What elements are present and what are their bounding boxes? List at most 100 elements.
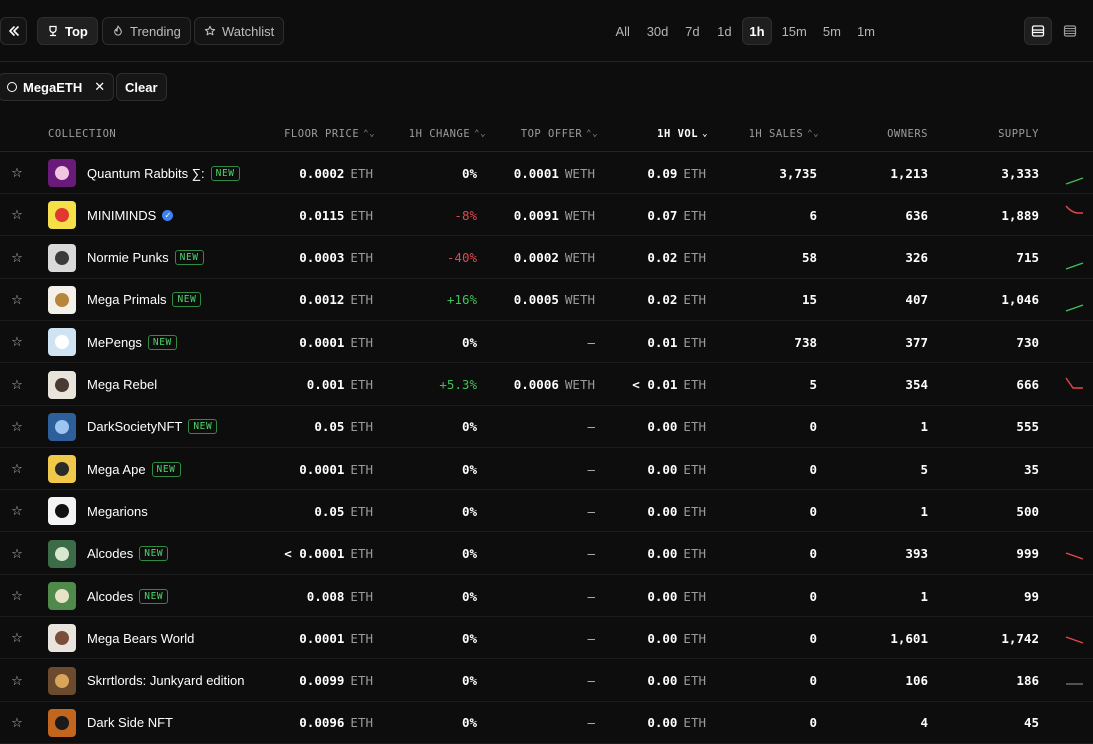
change-cell: +16%	[390, 279, 477, 321]
watchlist-star-icon[interactable]: ☆	[10, 660, 24, 702]
collection-thumbnail[interactable]	[48, 539, 76, 568]
collection-thumbnail[interactable]	[48, 201, 76, 230]
watchlist-star-icon[interactable]: ☆	[10, 575, 24, 617]
change-value: 0%	[461, 165, 477, 181]
filter-chip-megaeth[interactable]: MegaETH ✕	[0, 73, 115, 101]
close-icon[interactable]: ✕	[94, 79, 105, 95]
owners-cell: 1,601	[840, 617, 928, 659]
col-1h-vol[interactable]: 1H VOL ⌄	[620, 117, 708, 151]
time-tab-15m[interactable]: 15m	[776, 17, 813, 45]
top-offer-unit: WETH	[564, 165, 595, 181]
collection-thumbnail[interactable]	[48, 412, 76, 441]
sparkline	[1065, 552, 1084, 560]
collection-name-cell[interactable]: Mega Bears World	[87, 617, 194, 659]
collection-name-cell[interactable]: Alcodes NEW	[87, 575, 169, 617]
time-tab-5m[interactable]: 5m	[817, 17, 847, 45]
top-offer-value: 0.0091	[513, 207, 559, 223]
watchlist-star-icon[interactable]: ☆	[10, 406, 24, 448]
collection-thumbnail[interactable]	[48, 624, 76, 653]
collection-thumbnail[interactable]	[48, 708, 76, 737]
owners-cell: 1	[840, 490, 928, 532]
collection-name-cell[interactable]: Mega Rebel	[87, 364, 157, 406]
collection-name-cell[interactable]: Alcodes NEW	[87, 533, 169, 575]
new-badge: NEW	[174, 250, 204, 266]
table-row[interactable]: ☆ Normie Punks NEW 0.0003 ETH -40% 0.0002…	[0, 237, 1093, 279]
tab-trending[interactable]: Trending	[102, 17, 191, 45]
supply-cell: 1,889	[950, 194, 1039, 236]
time-tab-1h[interactable]: 1h	[742, 17, 772, 45]
table-row[interactable]: ☆ DarkSocietyNFT NEW 0.05 ETH 0% – 0.00 ET…	[0, 406, 1093, 448]
watchlist-star-icon[interactable]: ☆	[10, 321, 24, 363]
collection-thumbnail[interactable]	[48, 285, 76, 314]
top-offer-empty: –	[587, 419, 595, 435]
col-top-offer[interactable]: TOP OFFER ⌃⌄	[500, 117, 598, 151]
table-row[interactable]: ☆ Megarions 0.05 ETH 0% – 0.00 ETH 0 1 500	[0, 490, 1093, 533]
watchlist-star-icon[interactable]: ☆	[10, 152, 24, 194]
collection-thumbnail[interactable]	[48, 328, 76, 357]
supply-value: 45	[1023, 715, 1039, 731]
change-cell: 0%	[390, 321, 477, 363]
owners-value: 377	[905, 334, 928, 350]
collection-name-cell[interactable]: Skrrtlords: Junkyard edition	[87, 660, 245, 702]
sales-value: 0	[809, 673, 817, 689]
collection-thumbnail[interactable]	[48, 159, 76, 187]
collection-thumbnail[interactable]	[48, 370, 76, 399]
collection-name-cell[interactable]: MePengs NEW	[87, 321, 177, 363]
clear-filters-button[interactable]: Clear	[116, 73, 167, 101]
watchlist-star-icon[interactable]: ☆	[10, 194, 24, 236]
collection-thumbnail[interactable]	[48, 455, 76, 484]
table-row[interactable]: ☆ Mega Bears World 0.0001 ETH 0% – 0.00 ET…	[0, 617, 1093, 660]
collapse-sidebar-button[interactable]	[0, 17, 27, 45]
collection-name-cell[interactable]: DarkSocietyNFT NEW	[87, 406, 218, 448]
col-1h-change[interactable]: 1H CHANGE ⌃⌄	[390, 117, 486, 151]
floor-price-unit: ETH	[350, 250, 373, 266]
col-floor-price[interactable]: FLOOR PRICE ⌃⌄	[260, 117, 375, 151]
collection-avatar-icon	[55, 589, 69, 603]
table-row[interactable]: ☆ Quantum Rabbits ∑: NEW 0.0002 ETH 0% 0.…	[0, 152, 1093, 194]
collection-name-cell[interactable]: Mega Primals NEW	[87, 279, 202, 321]
watchlist-star-icon[interactable]: ☆	[10, 617, 24, 659]
table-row[interactable]: ☆ Alcodes NEW 0.008 ETH 0% – 0.00 ETH 0 1 …	[0, 575, 1093, 617]
collection-name-cell[interactable]: Quantum Rabbits ∑: NEW	[87, 152, 240, 194]
tab-watchlist[interactable]: Watchlist	[194, 17, 285, 45]
col-1h-sales[interactable]: 1H SALES ⌃⌄	[725, 117, 819, 151]
table-row[interactable]: ☆ Alcodes NEW < 0.0001 ETH 0% – 0.00 ETH 0…	[0, 533, 1093, 575]
collection-name-cell[interactable]: Mega Ape NEW	[87, 448, 181, 490]
collection-thumbnail[interactable]	[48, 243, 76, 272]
top-offer-empty: –	[587, 630, 595, 646]
time-tab-7d[interactable]: 7d	[678, 17, 706, 45]
collection-thumbnail[interactable]	[48, 497, 76, 526]
watchlist-star-icon[interactable]: ☆	[10, 533, 24, 575]
floor-price-unit: ETH	[350, 588, 373, 604]
top-offer-unit: WETH	[564, 292, 595, 308]
collection-name-cell[interactable]: Normie Punks NEW	[87, 237, 204, 279]
tab-top[interactable]: Top	[37, 17, 98, 45]
sparkline	[1063, 575, 1093, 617]
collection-thumbnail[interactable]	[48, 666, 76, 695]
time-tab-1d[interactable]: 1d	[710, 17, 738, 45]
time-tab-all[interactable]: All	[609, 17, 637, 45]
table-row[interactable]: ☆ Skrrtlords: Junkyard edition 0.0099 ETH…	[0, 660, 1093, 702]
collection-name-cell[interactable]: MINIMINDS ✓	[87, 194, 174, 236]
table-row[interactable]: ☆ Mega Primals NEW 0.0012 ETH +16% 0.0005…	[0, 279, 1093, 321]
list-view-button[interactable]	[1024, 17, 1052, 45]
time-tab-30d[interactable]: 30d	[641, 17, 675, 45]
table-row[interactable]: ☆ Mega Ape NEW 0.0001 ETH 0% – 0.00 ETH 0 …	[0, 448, 1093, 491]
sparkline	[1063, 448, 1093, 490]
collection-name-cell[interactable]: Megarions	[87, 490, 148, 532]
compact-view-button[interactable]	[1056, 17, 1084, 45]
time-tab-1m[interactable]: 1m	[851, 17, 881, 45]
col-collection[interactable]: COLLECTION	[48, 117, 116, 151]
table-row[interactable]: ☆ Mega Rebel 0.001 ETH +5.3% 0.0006 WETH <…	[0, 364, 1093, 406]
top-offer-cell: –	[490, 660, 595, 702]
watchlist-star-icon[interactable]: ☆	[10, 490, 24, 532]
collection-avatar-icon	[55, 631, 69, 646]
watchlist-star-icon[interactable]: ☆	[10, 448, 24, 490]
collection-avatar-icon	[55, 377, 69, 392]
table-row[interactable]: ☆ MINIMINDS ✓ 0.0115 ETH -8% 0.0091 WETH 0…	[0, 194, 1093, 237]
watchlist-star-icon[interactable]: ☆	[10, 364, 24, 406]
table-row[interactable]: ☆ MePengs NEW 0.0001 ETH 0% – 0.01 ETH 738…	[0, 321, 1093, 364]
watchlist-star-icon[interactable]: ☆	[10, 279, 24, 321]
watchlist-star-icon[interactable]: ☆	[10, 237, 24, 279]
collection-thumbnail[interactable]	[48, 582, 76, 610]
